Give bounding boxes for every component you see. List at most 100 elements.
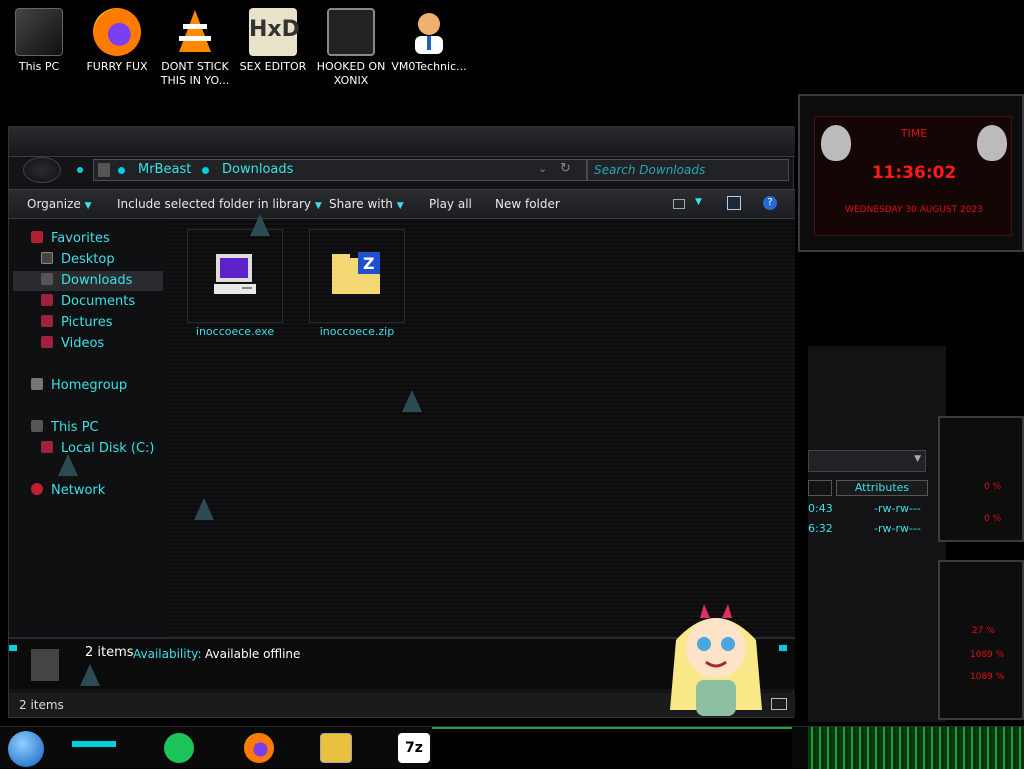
item-count: 2 items [85,645,134,660]
nav-dot-icon [77,167,83,173]
share-with-button[interactable]: Share with ▼ [329,197,404,211]
nav-favorites[interactable]: Favorites [31,229,110,249]
row-attributes: -rw-rw--- [874,502,921,515]
window-title-bar[interactable] [9,127,795,157]
back-forward-button[interactable] [23,157,61,183]
nav-pictures[interactable]: Pictures [41,313,112,333]
nav-videos[interactable]: Videos [41,334,104,354]
taskbar-firefox-icon[interactable] [244,733,274,763]
file-name[interactable]: inoccoece.zip [297,325,417,338]
clock-label: TIME [900,127,928,140]
desktop: This PC FURRY FUX DONT STICK THIS IN YO.… [0,0,1024,769]
nav-downloads[interactable]: Downloads [41,271,132,291]
folder-thumbnail-icon [31,649,59,681]
desktop-icon-this-pc[interactable]: This PC [0,8,78,74]
meter-value: 0 % [984,514,1002,524]
help-icon[interactable]: ? [763,196,777,210]
chevron-down-icon: ▼ [396,201,404,211]
desktop-icon-xonix[interactable]: HOOKED ON XONIX [312,8,390,88]
taskbar-notes-icon[interactable] [164,733,194,763]
new-folder-button[interactable]: New folder [495,197,560,211]
column-header[interactable] [808,480,832,496]
file-name[interactable]: inoccoece.exe [175,325,295,338]
view-dropdown-icon[interactable]: ▼ [695,197,702,207]
preview-pane-icon[interactable] [727,196,741,210]
desktop-icon-label: HOOKED ON XONIX [316,60,386,87]
xonix-icon [327,8,375,56]
desktop-icon-label: SEX EDITOR [239,60,307,73]
folder-icon [98,163,110,177]
breadcrumb-downloads[interactable]: Downloads [222,162,293,177]
nav-desktop[interactable]: Desktop [41,250,115,270]
view-icon[interactable] [673,199,685,209]
nav-homegroup[interactable]: Homegroup [31,376,127,396]
play-all-button[interactable]: Play all [429,197,472,211]
nav-label: Videos [61,336,105,351]
background-window[interactable]: ▼ Attributes 0:43 -rw-rw--- 6:32 -rw-rw-… [808,346,946,722]
desktop-icon-label: FURRY FUX [86,60,148,73]
details-view-icon[interactable] [771,698,787,710]
desktop-icon-label: This PC [18,60,60,73]
matrix-panel [808,727,1024,769]
taskbar-7zip-icon[interactable]: 7z [398,733,430,763]
meter-value: 0 % [984,482,1002,492]
breadcrumb-separator-icon [118,167,125,174]
include-label: Include selected folder in library [117,197,311,211]
file-item-zip[interactable]: Z [309,229,405,323]
person-icon [405,8,453,56]
taskbar-file-explorer-icon[interactable] [320,733,352,763]
desktop-icon-vlc[interactable]: DONT STICK THIS IN YO... [156,8,234,88]
homegroup-icon [31,378,43,390]
start-button[interactable] [8,731,44,767]
refresh-icon[interactable]: ↻ [560,161,571,176]
breadcrumb-separator-icon [202,167,209,174]
include-in-library-button[interactable]: Include selected folder in library ▼ [117,197,322,211]
organize-button[interactable]: Organize ▼ [27,197,92,211]
desktop-icon-furry-fux[interactable]: FURRY FUX [78,8,156,74]
cursor-icon [194,498,214,520]
svg-text:Z: Z [363,254,375,273]
nav-label: Desktop [61,252,115,267]
navigation-pane: Favorites Desktop Downloads Documents Pi… [9,219,167,637]
row-attributes: -rw-rw--- [874,522,921,535]
row-time: 6:32 [808,522,833,535]
attributes-column-header[interactable]: Attributes [836,480,928,496]
clock-time: 11:36:02 [871,163,957,183]
status-item-count: 2 items [19,698,64,712]
alien-head-icon [977,125,1007,161]
address-dropdown-icon[interactable]: ⌄ [538,162,547,175]
nav-documents[interactable]: Documents [41,292,135,312]
nav-label: Homegroup [51,378,128,393]
computer-icon [212,252,258,298]
frame-accent [779,645,787,651]
address-bar[interactable]: MrBeast Downloads ⌄ ↻ [93,159,587,181]
chevron-down-icon: ▼ [84,201,92,211]
organize-label: Organize [27,197,81,211]
nav-network[interactable]: Network [31,481,105,501]
vlc-cone-icon [171,8,219,56]
nav-this-pc[interactable]: This PC [31,418,99,438]
star-icon [31,231,43,243]
network-icon [31,483,43,495]
desktop-icon-vm[interactable]: VM0Technic... [390,8,468,74]
search-input[interactable]: Search Downloads [587,159,789,181]
breadcrumb-mrbeast[interactable]: MrBeast [138,162,191,177]
clock-gadget: TIME 11:36:02 WEDNESDAY 30 AUGUST 2023 [798,94,1024,252]
clock-date: WEDNESDAY 30 AUGUST 2023 [845,205,983,215]
cartoon-character-image [666,600,766,722]
nav-label: Downloads [61,273,133,288]
file-item-exe[interactable] [187,229,283,323]
desktop-icon-sex-editor[interactable]: HxD SEX EDITOR [234,8,312,74]
clock-face: TIME 11:36:02 WEDNESDAY 30 AUGUST 2023 [814,116,1012,236]
this-pc-icon [15,8,63,56]
zip-folder-icon: Z [332,252,382,296]
availability-value: Available offline [205,647,301,661]
frame-accent [9,645,17,651]
this-pc-icon [31,420,43,432]
file-list[interactable]: inoccoece.exe Z inoccoece.zip [167,219,795,637]
pictures-icon [41,315,53,327]
chevron-down-icon: ▼ [314,201,322,211]
dropdown-field[interactable]: ▼ [808,450,926,472]
drive-icon [41,441,53,453]
meter-value: 27 % [972,626,995,636]
